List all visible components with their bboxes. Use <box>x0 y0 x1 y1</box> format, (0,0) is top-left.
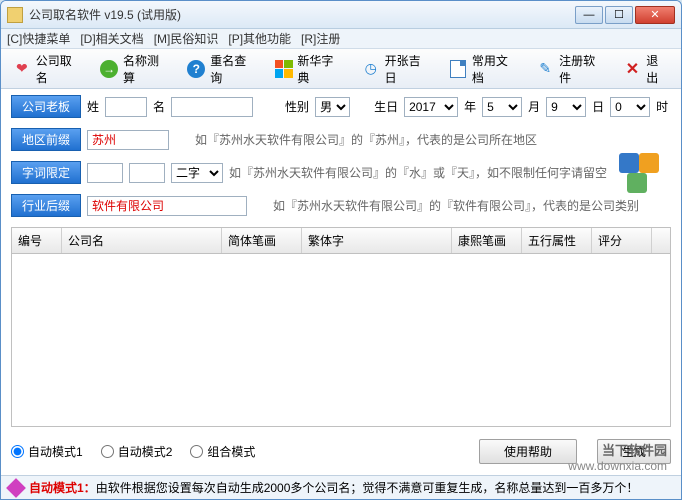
menu-register[interactable]: [R]注册 <box>301 30 340 47</box>
tool-duplicate-check[interactable]: ?重名查询 <box>179 47 264 91</box>
mode-auto1[interactable]: 自动模式1 <box>11 443 83 460</box>
table-header: 编号 公司名 简体笔画 繁体字 康熙笔画 五行属性 评分 <box>12 228 670 254</box>
status-icon <box>6 478 26 498</box>
boss-button[interactable]: 公司老板 <box>11 95 81 118</box>
clock-icon: ◷ <box>361 59 381 79</box>
tool-lucky-day[interactable]: ◷开张吉日 <box>354 47 439 91</box>
gender-select[interactable]: 男 <box>315 97 350 117</box>
heart-icon: ❤ <box>12 59 32 79</box>
col-trad[interactable]: 繁体字 <box>302 228 452 253</box>
mode-auto2[interactable]: 自动模式2 <box>101 443 173 460</box>
region-button[interactable]: 地区前缀 <box>11 128 81 151</box>
limit-button[interactable]: 字词限定 <box>11 161 81 184</box>
col-kangxi[interactable]: 康熙笔画 <box>452 228 522 253</box>
year-select[interactable]: 2017 <box>404 97 458 117</box>
surname-input[interactable] <box>105 97 147 117</box>
limit-input-2[interactable] <box>129 163 165 183</box>
app-icon <box>7 7 23 23</box>
minimize-button[interactable]: — <box>575 6 603 24</box>
limit-select[interactable]: 二字 <box>171 163 223 183</box>
suffix-button[interactable]: 行业后缀 <box>11 194 81 217</box>
pen-icon: ✎ <box>535 59 555 79</box>
gender-label: 性别 <box>285 98 309 115</box>
col-simp-strokes[interactable]: 简体笔画 <box>222 228 302 253</box>
month-select[interactable]: 5 <box>482 97 522 117</box>
toolbar: ❤公司取名 →名称测算 ?重名查询 新华字典 ◷开张吉日 常用文档 ✎注册软件 … <box>1 49 681 89</box>
surname-label: 姓 <box>87 98 99 115</box>
limit-hint: 如『苏州水天软件有限公司』的『水』或『天』，如不限制任何字请留空 <box>229 164 607 181</box>
windows-icon <box>274 59 294 79</box>
window-title: 公司取名软件 v19.5 (试用版) <box>29 6 575 23</box>
tool-dictionary[interactable]: 新华字典 <box>267 47 352 91</box>
close-button[interactable]: ✕ <box>635 6 675 24</box>
menu-other[interactable]: [P]其他功能 <box>228 30 291 47</box>
results-table: 编号 公司名 简体笔画 繁体字 康熙笔画 五行属性 评分 <box>11 227 671 427</box>
day-select[interactable]: 9 <box>546 97 586 117</box>
status-text: 由软件根据您设置每次自动生成2000多个公司名；觉得不满意可重复生成，名称总量达… <box>96 481 639 495</box>
birth-label: 生日 <box>374 98 398 115</box>
col-name[interactable]: 公司名 <box>62 228 222 253</box>
suffix-input[interactable] <box>87 196 247 216</box>
menu-quick[interactable]: [C]快捷菜单 <box>7 30 70 47</box>
region-input[interactable] <box>87 130 169 150</box>
given-input[interactable] <box>171 97 253 117</box>
menu-folk[interactable]: [M]民俗知识 <box>154 30 219 47</box>
maximize-button[interactable]: ☐ <box>605 6 633 24</box>
col-score[interactable]: 评分 <box>592 228 652 253</box>
office-icon <box>617 151 661 195</box>
given-label: 名 <box>153 98 165 115</box>
suffix-hint: 如『苏州水天软件有限公司』的『软件有限公司』，代表的是公司类别 <box>273 197 639 214</box>
tool-register[interactable]: ✎注册软件 <box>528 47 613 91</box>
tool-company-name[interactable]: ❤公司取名 <box>5 47 90 91</box>
region-hint: 如『苏州水天软件有限公司』的『苏州』，代表的是公司所在地区 <box>195 131 537 148</box>
x-icon: ✕ <box>623 59 643 79</box>
limit-input-1[interactable] <box>87 163 123 183</box>
mode-combo[interactable]: 组合模式 <box>190 443 255 460</box>
document-icon <box>448 59 468 79</box>
status-prefix: 自动模式1： <box>29 481 96 495</box>
menu-docs[interactable]: [D]相关文档 <box>80 30 143 47</box>
watermark: 当下软件园 www.downxia.com <box>568 440 667 473</box>
mode-radio-group: 自动模式1 自动模式2 组合模式 <box>11 443 459 460</box>
help-icon: ? <box>186 59 206 79</box>
statusbar: 自动模式1：由软件根据您设置每次自动生成2000多个公司名；觉得不满意可重复生成… <box>1 475 681 499</box>
hour-select[interactable]: 0 <box>610 97 650 117</box>
tool-exit[interactable]: ✕退出 <box>616 47 677 91</box>
titlebar: 公司取名软件 v19.5 (试用版) — ☐ ✕ <box>1 1 681 29</box>
col-wuxing[interactable]: 五行属性 <box>522 228 592 253</box>
table-body <box>12 254 670 427</box>
help-button[interactable]: 使用帮助 <box>479 439 577 464</box>
col-id[interactable]: 编号 <box>12 228 62 253</box>
tool-common-docs[interactable]: 常用文档 <box>441 47 526 91</box>
arrow-icon: → <box>99 59 119 79</box>
tool-name-test[interactable]: →名称测算 <box>92 47 177 91</box>
